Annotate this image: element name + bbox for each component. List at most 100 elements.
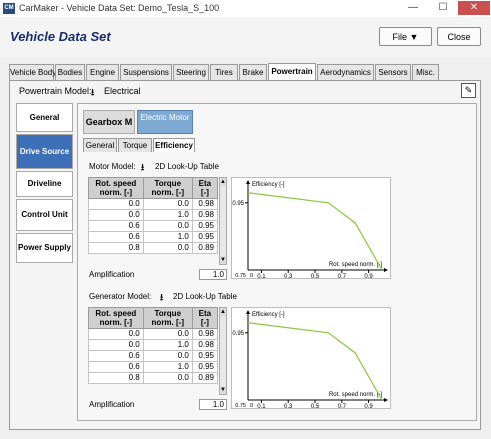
table-cell[interactable]: 0.6 (88, 350, 144, 362)
electric-motor-button[interactable]: Electric Motor (137, 110, 193, 134)
main-tabs: Vehicle Body Bodies Engine Suspensions Steer… (9, 63, 479, 80)
column-header[interactable]: Eta [-] (191, 307, 219, 329)
tab-powertrain[interactable]: Powertrain (268, 63, 316, 80)
y-tick-label: 0.95 (232, 331, 244, 337)
table-cell[interactable]: 1.0 (142, 209, 193, 221)
subtab-efficiency[interactable]: Efficiency (153, 138, 195, 152)
file-menu-button[interactable]: File ▼ (379, 27, 432, 46)
column-header[interactable]: Eta [-] (191, 177, 219, 199)
motor-amplification-input[interactable]: 1.0 (199, 269, 227, 280)
motor-amplification-label: Amplification (89, 270, 135, 279)
motor-table-scrollbar[interactable]: ▲ ▼ (219, 177, 227, 265)
x-axis-arrow (384, 268, 388, 272)
generator-model-value[interactable]: 2D Look-Up Table (173, 292, 237, 301)
table-cell[interactable]: 0.95 (191, 350, 219, 362)
table-cell[interactable]: 0.89 (191, 242, 219, 254)
sidebar-item-general[interactable]: General (16, 103, 73, 132)
table-cell[interactable]: 0.89 (191, 372, 219, 384)
table-cell[interactable]: 0.6 (88, 220, 144, 232)
motor-model-value[interactable]: 2D Look-Up Table (155, 162, 219, 171)
generator-model-label: Generator Model: (89, 292, 152, 301)
table-cell[interactable]: 0.6 (88, 361, 144, 373)
table-cell[interactable]: 0.0 (88, 328, 144, 340)
tab-engine[interactable]: Engine (86, 64, 119, 80)
scroll-down-icon[interactable]: ▼ (220, 256, 226, 264)
generator-table-scrollbar[interactable]: ▲ ▼ (219, 307, 227, 395)
table-cell[interactable]: 1.0 (142, 339, 193, 351)
tab-sensors[interactable]: Sensors (375, 64, 411, 80)
table-cell[interactable]: 0.0 (142, 328, 193, 340)
tab-vehicle-body[interactable]: Vehicle Body (9, 64, 56, 80)
sidebar-item-drive-source[interactable]: Drive Source (16, 134, 73, 169)
table-cell[interactable]: 0.8 (88, 242, 144, 254)
tab-misc[interactable]: Misc. (412, 64, 439, 80)
table-cell[interactable]: 0.0 (142, 198, 193, 210)
sidebar-item-power-supply[interactable]: Power Supply (16, 233, 73, 263)
table-cell[interactable]: 1.0 (142, 361, 193, 373)
tab-bodies[interactable]: Bodies (55, 64, 85, 80)
window-title: CarMaker - Vehicle Data Set: Demo_Tesla_… (19, 3, 220, 13)
scroll-down-icon[interactable]: ▼ (220, 386, 226, 394)
generator-efficiency-table: Rot. speed norm. [-] Torque norm. [-] Eta … (88, 307, 219, 384)
table-header-row: Rot. speed norm. [-] Torque norm. [-] Eta … (88, 177, 219, 199)
powertrain-model-value[interactable]: Electrical (104, 86, 141, 96)
scroll-up-icon[interactable]: ▲ (220, 308, 226, 316)
motor-efficiency-table: Rot. speed norm. [-] Torque norm. [-] Eta … (88, 177, 219, 254)
column-header[interactable]: Rot. speed norm. [-] (88, 177, 144, 199)
tab-tires[interactable]: Tires (210, 64, 238, 80)
table-cell[interactable]: 0.0 (142, 372, 193, 384)
edit-icon[interactable]: ✎ (461, 83, 476, 98)
maximize-button[interactable]: ☐ (428, 1, 458, 15)
origin-y-label: 0.75 (235, 273, 246, 278)
table-cell[interactable]: 0.98 (191, 328, 219, 340)
title-bar: CM CarMaker - Vehicle Data Set: Demo_Tes… (0, 0, 491, 17)
table-cell[interactable]: 0.8 (88, 372, 144, 384)
table-cell[interactable]: 0.95 (191, 220, 219, 232)
x-tick-label: 0.1 (257, 404, 266, 408)
sidebar-item-driveline[interactable]: Driveline (16, 171, 73, 197)
origin-y-label: 0.75 (235, 403, 246, 408)
minimize-button[interactable]: — (398, 1, 428, 15)
gearbox-button[interactable]: Gearbox M (83, 110, 135, 134)
table-cell[interactable]: 0.6 (88, 231, 144, 243)
table-cell[interactable]: 0.0 (88, 209, 144, 221)
generator-efficiency-plot: 0.1 0.3 0.5 0.7 0.9 0.95 0.75 0 Efficiency [-] Ro… (231, 307, 391, 410)
table-cell[interactable]: 0.98 (191, 339, 219, 351)
origin-x-label: 0 (250, 403, 253, 408)
table-cell[interactable]: 0.95 (191, 231, 219, 243)
table-cell[interactable]: 0.98 (191, 209, 219, 221)
table-row: 0.0 1.0 0.98 (88, 209, 219, 221)
generator-download-icon[interactable]: ⭳ (160, 290, 163, 306)
column-header[interactable]: Rot. speed norm. [-] (88, 307, 144, 329)
table-cell[interactable]: 0.0 (142, 350, 193, 362)
window-close-button[interactable]: ✕ (458, 1, 490, 15)
table-row: 0.6 0.0 0.95 (88, 220, 219, 232)
motor-model-label: Motor Model: (89, 162, 136, 171)
subtab-torque[interactable]: Torque (118, 138, 152, 152)
column-header[interactable]: Torque norm. [-] (142, 307, 193, 329)
y-axis-arrow (246, 310, 250, 314)
tab-suspensions[interactable]: Suspensions (120, 64, 172, 80)
tab-brake[interactable]: Brake (239, 64, 267, 80)
motor-download-icon[interactable]: ⭳ (141, 160, 144, 176)
download-icon[interactable]: ⭳ (91, 85, 94, 101)
powertrain-model-label: Powertrain Model: (19, 86, 92, 96)
table-cell[interactable]: 0.0 (88, 339, 144, 351)
y-axis-title: Efficiency [-] (252, 312, 285, 318)
table-cell[interactable]: 0.0 (142, 242, 193, 254)
column-header[interactable]: Torque norm. [-] (142, 177, 193, 199)
table-cell[interactable]: 0.0 (88, 198, 144, 210)
tab-aerodynamics[interactable]: Aerodynamics (317, 64, 374, 80)
sidebar-item-control-unit[interactable]: Control Unit (16, 199, 73, 231)
scroll-up-icon[interactable]: ▲ (220, 178, 226, 186)
close-button[interactable]: Close (437, 27, 481, 46)
generator-amplification-input[interactable]: 1.0 (199, 399, 227, 410)
subtab-general[interactable]: General (83, 138, 117, 152)
table-cell[interactable]: 0.0 (142, 220, 193, 232)
carmaker-app-icon: CM (3, 3, 15, 14)
table-cell[interactable]: 0.98 (191, 198, 219, 210)
table-cell[interactable]: 0.95 (191, 361, 219, 373)
tab-steering[interactable]: Steering (173, 64, 209, 80)
table-row: 0.6 0.0 0.95 (88, 350, 219, 362)
table-cell[interactable]: 1.0 (142, 231, 193, 243)
